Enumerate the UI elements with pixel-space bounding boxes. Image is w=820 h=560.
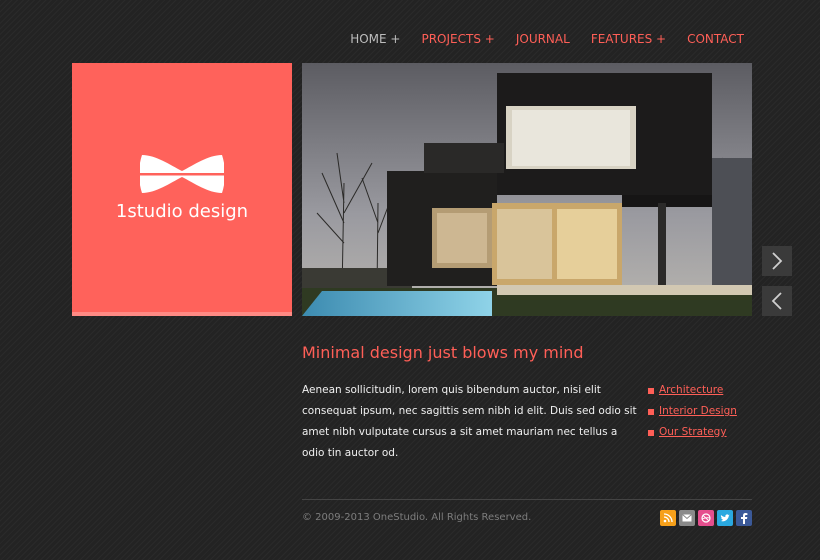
rss-icon[interactable] [660, 510, 676, 526]
link-architecture[interactable]: Architecture [659, 380, 723, 401]
nav-features[interactable]: FEATURES + [591, 32, 666, 46]
twitter-icon[interactable] [717, 510, 733, 526]
email-icon[interactable] [679, 510, 695, 526]
nav-contact[interactable]: CONTACT [687, 32, 744, 46]
list-item: Architecture [648, 380, 737, 401]
hero-image [302, 63, 752, 316]
intro-paragraph: Aenean sollicitudin, lorem quis bibendum… [302, 384, 637, 459]
footer-divider [302, 499, 752, 500]
link-our-strategy[interactable]: Our Strategy [659, 422, 727, 443]
chevron-left-icon [771, 292, 782, 310]
nav-journal[interactable]: JOURNAL [516, 32, 570, 46]
house-photo [302, 63, 752, 316]
brand-name: 1studio design [115, 201, 249, 222]
logo-block[interactable]: 1studio design [72, 63, 292, 316]
dribbble-icon[interactable] [698, 510, 714, 526]
square-bullet-icon [648, 387, 654, 394]
related-links: Architecture Interior Design Our Strateg… [648, 380, 737, 443]
bowtie-icon [140, 155, 224, 193]
page-headline: Minimal design just blows my mind [302, 343, 584, 362]
main-nav: HOME + PROJECTS + JOURNAL FEATURES + CON… [329, 32, 744, 46]
social-links [660, 510, 752, 526]
link-interior-design[interactable]: Interior Design [659, 401, 737, 422]
copyright-text: © 2009-2013 OneStudio. All Rights Reserv… [302, 512, 532, 523]
slider-prev-button[interactable] [762, 286, 792, 316]
list-item: Interior Design [648, 401, 737, 422]
nav-home[interactable]: HOME + [350, 32, 400, 46]
square-bullet-icon [648, 408, 654, 415]
list-item: Our Strategy [648, 422, 737, 443]
square-bullet-icon [648, 429, 654, 436]
chevron-right-icon [772, 252, 783, 270]
slider-next-button[interactable] [762, 246, 792, 276]
facebook-icon[interactable] [736, 510, 752, 526]
nav-projects[interactable]: PROJECTS + [421, 32, 494, 46]
